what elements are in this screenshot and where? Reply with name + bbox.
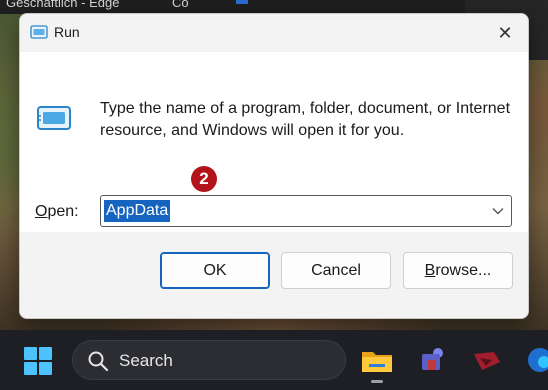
- dialog-titlebar[interactable]: Run ✕: [20, 14, 528, 52]
- dialog-content: Type the name of a program, folder, docu…: [20, 52, 528, 232]
- close-button[interactable]: ✕: [482, 14, 528, 52]
- search-placeholder: Search: [119, 351, 173, 370]
- browse-mnemonic: B: [424, 261, 436, 279]
- app-icon[interactable]: [470, 344, 504, 376]
- active-app-indicator: [371, 380, 383, 383]
- open-label: Open:: [35, 203, 79, 221]
- edge-icon[interactable]: [524, 344, 548, 376]
- teams-icon[interactable]: [416, 344, 450, 376]
- dialog-title: Run: [54, 24, 80, 40]
- chevron-down-icon[interactable]: [491, 203, 505, 219]
- run-icon: [30, 25, 48, 39]
- windows-start-icon[interactable]: [24, 347, 52, 375]
- background-window-title: Geschäftlich - Edge: [6, 0, 120, 10]
- instruction-text: Type the name of a program, folder, docu…: [100, 100, 511, 139]
- file-explorer-icon[interactable]: [360, 344, 394, 376]
- browse-button[interactable]: Browse...: [403, 252, 513, 289]
- open-combobox[interactable]: AppData: [100, 195, 512, 227]
- background-accent: [236, 0, 248, 4]
- open-input-value[interactable]: AppData: [104, 200, 171, 222]
- browse-label: rowse...: [435, 261, 492, 279]
- step-badge: 2: [191, 166, 217, 192]
- run-program-icon: [37, 106, 71, 130]
- close-icon: ✕: [497, 22, 513, 43]
- open-label-mnemonic: O: [35, 203, 48, 220]
- run-dialog: Run ✕ Type the name of a program, folder…: [19, 13, 529, 319]
- taskbar: Search: [0, 330, 548, 390]
- search-icon: [88, 351, 109, 372]
- taskbar-search[interactable]: Search: [72, 340, 346, 380]
- cancel-button[interactable]: Cancel: [281, 252, 391, 289]
- background-window-title-2: Co: [172, 0, 189, 10]
- open-label-text: pen:: [47, 203, 79, 220]
- ok-button[interactable]: OK: [160, 252, 270, 289]
